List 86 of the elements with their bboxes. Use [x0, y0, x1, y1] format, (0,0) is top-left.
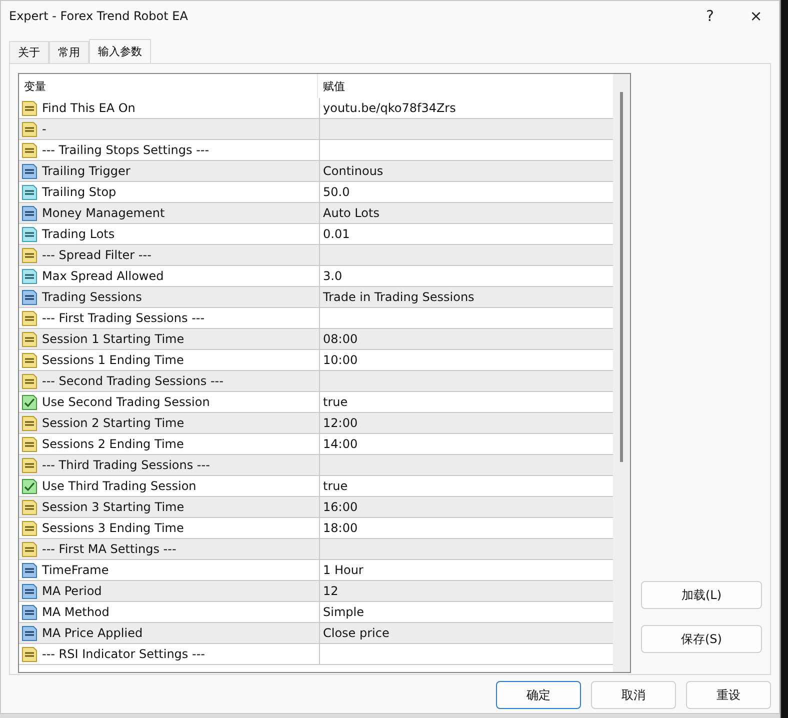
parameter-name: TimeFrame [42, 563, 109, 577]
parameter-name: Money Management [42, 206, 165, 220]
parameter-name: Trading Lots [42, 227, 115, 241]
document-icon [21, 624, 38, 642]
document-icon [21, 246, 38, 264]
parameter-name: Session 3 Starting Time [42, 500, 184, 514]
parameter-name: Use Third Trading Session [42, 479, 196, 493]
parameter-value[interactable]: Trade in Trading Sessions [323, 290, 474, 304]
parameter-name: --- Second Trading Sessions --- [42, 374, 224, 388]
dialog-button[interactable]: 取消 [591, 681, 676, 709]
parameter-value[interactable]: Continous [323, 164, 384, 178]
document-icon [21, 520, 38, 536]
parameter-value[interactable]: Close price [323, 626, 390, 640]
parameter-value[interactable]: 0.01 [323, 227, 350, 241]
window-title: Expert - Forex Trend Robot EA [9, 9, 189, 23]
parameter-name: Trailing Trigger [42, 164, 130, 178]
parameter-value[interactable]: 12:00 [323, 416, 358, 430]
parameter-value[interactable]: true [323, 395, 348, 409]
parameter-name: MA Price Applied [42, 626, 143, 640]
parameter-name: Session 2 Starting Time [42, 416, 184, 430]
parameter-name: Find This EA On [42, 101, 136, 115]
parameter-value[interactable]: 3.0 [323, 269, 342, 283]
document-icon [21, 142, 38, 158]
document-icon [21, 204, 38, 222]
help-button[interactable]: ? [687, 1, 733, 31]
document-icon [21, 120, 38, 138]
document-icon [21, 604, 38, 620]
document-icon [21, 162, 38, 180]
parameter-value[interactable]: 16:00 [323, 500, 358, 514]
parameter-value[interactable]: 08:00 [323, 332, 358, 346]
parameter-value[interactable]: 12 [323, 584, 338, 598]
parameter-name: Max Spread Allowed [42, 269, 164, 283]
parameter-name: --- Spread Filter --- [42, 248, 152, 262]
parameter-value[interactable]: Simple [323, 605, 364, 619]
document-icon [21, 100, 38, 116]
tab[interactable]: 输入参数 [89, 39, 151, 63]
parameter-name: Trading Sessions [42, 290, 142, 304]
document-icon [21, 456, 38, 474]
document-icon [21, 562, 38, 578]
document-icon [21, 184, 38, 200]
close-button[interactable]: × [733, 1, 779, 31]
parameter-name: Trailing Stop [42, 185, 116, 199]
dialog-button[interactable]: 重设 [686, 681, 771, 709]
scrollbar[interactable] [613, 74, 630, 672]
document-icon [21, 288, 38, 306]
parameter-value[interactable]: Auto Lots [323, 206, 380, 220]
parameter-name: --- First Trading Sessions --- [42, 311, 205, 325]
document-icon [21, 582, 38, 600]
parameter-name: --- Trailing Stops Settings --- [42, 143, 210, 157]
parameter-value[interactable]: 10:00 [323, 353, 358, 367]
side-button[interactable]: 保存(S) [641, 625, 762, 653]
document-icon [21, 436, 38, 452]
parameter-name: MA Method [42, 605, 110, 619]
parameter-name: - [42, 122, 46, 136]
document-icon [21, 352, 38, 368]
document-icon [21, 372, 38, 390]
side-button[interactable]: 加载(L) [641, 581, 762, 609]
parameter-name: --- RSI Indicator Settings --- [42, 647, 205, 661]
checkmark-icon [21, 394, 38, 410]
document-icon [21, 646, 38, 662]
document-icon [21, 330, 38, 348]
parameter-name: Sessions 1 Ending Time [42, 353, 184, 367]
parameter-value[interactable]: 50.0 [323, 185, 350, 199]
parameter-name: --- Third Trading Sessions --- [42, 458, 210, 472]
document-icon [21, 540, 38, 558]
dialog-button[interactable]: 确定 [496, 681, 581, 709]
tab[interactable]: 关于 [9, 41, 49, 63]
parameter-value[interactable]: true [323, 479, 348, 493]
parameter-name: Sessions 3 Ending Time [42, 521, 184, 535]
parameter-name: Sessions 2 Ending Time [42, 437, 184, 451]
column-header[interactable]: 变量 [19, 74, 317, 98]
parameter-name: Use Second Trading Session [42, 395, 210, 409]
document-icon [21, 310, 38, 326]
tab[interactable]: 常用 [49, 41, 89, 63]
document-icon [21, 268, 38, 284]
parameter-value[interactable]: 14:00 [323, 437, 358, 451]
document-icon [21, 414, 38, 432]
parameter-value[interactable]: 1 Hour [323, 563, 364, 577]
parameter-value[interactable]: 18:00 [323, 521, 358, 535]
parameter-value[interactable]: youtu.be/qko78f34Zrs [323, 101, 456, 115]
document-icon [21, 498, 38, 516]
parameter-name: --- First MA Settings --- [42, 542, 176, 556]
parameter-name: Session 1 Starting Time [42, 332, 184, 346]
checkmark-icon [21, 478, 38, 494]
document-icon [21, 226, 38, 242]
parameter-name: MA Period [42, 584, 102, 598]
